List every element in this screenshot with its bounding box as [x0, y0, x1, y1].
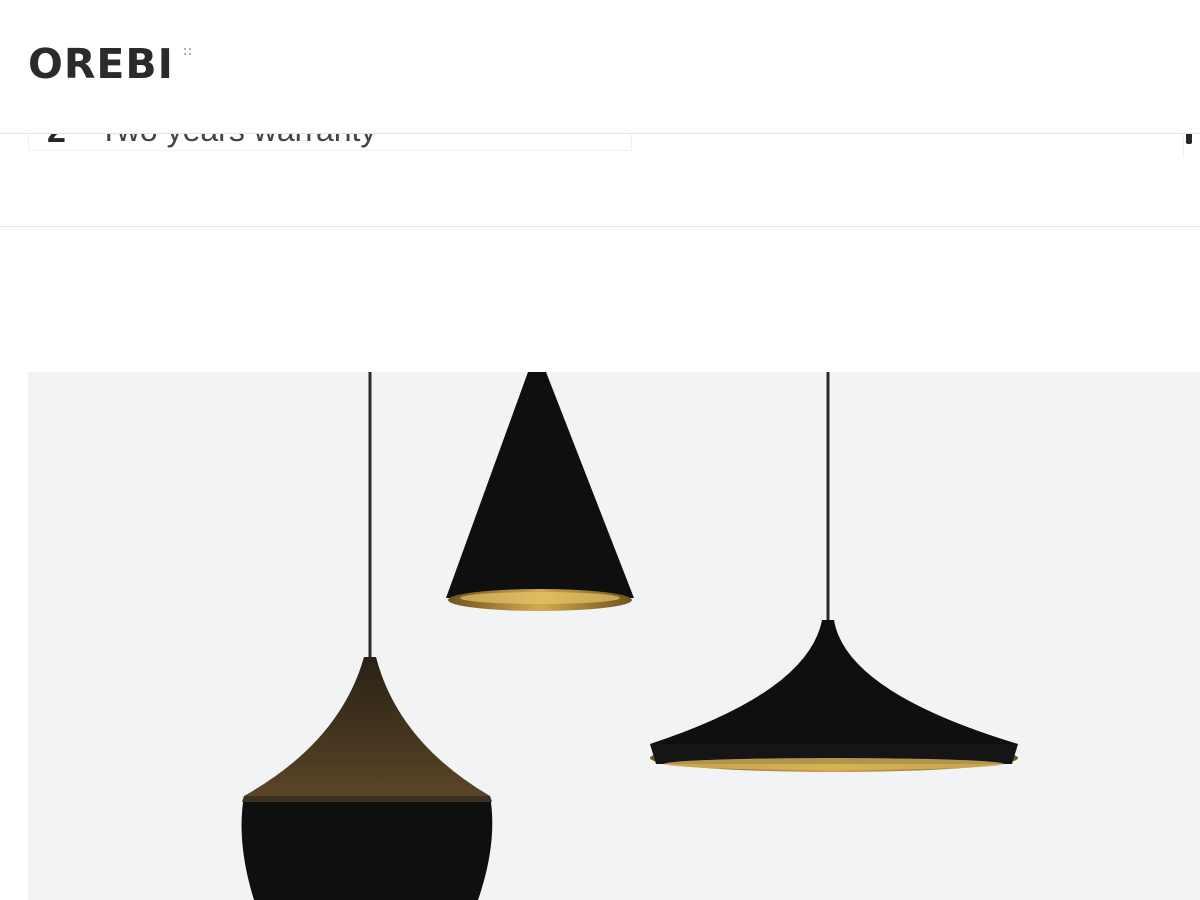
brand-logo[interactable]: OREBI — [28, 40, 174, 88]
wide-pendant-lamp — [650, 620, 1018, 772]
hero-banner-image[interactable] — [28, 372, 1200, 900]
cone-pendant-lamp — [446, 372, 634, 611]
logo-mark-icon — [184, 48, 194, 58]
pendant-lamps-illustration — [241, 372, 1018, 900]
site-header: OREBI — [0, 0, 1200, 134]
fat-pendant-lamp — [241, 657, 493, 900]
